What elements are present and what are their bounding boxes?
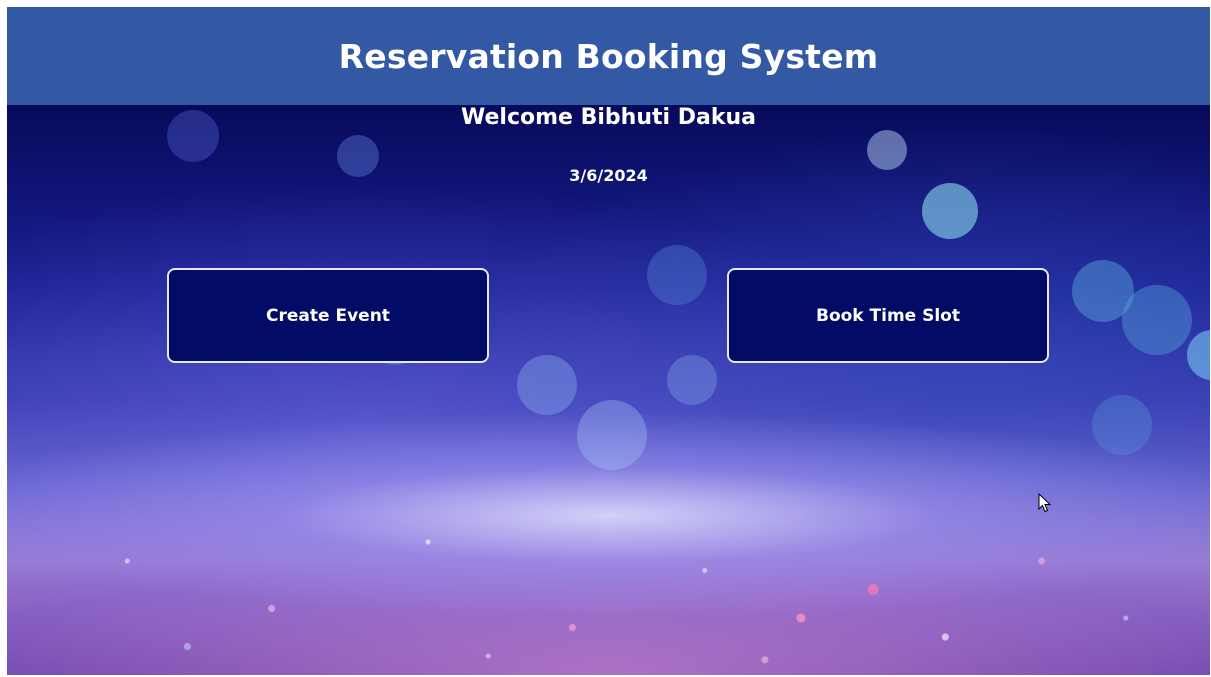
- background-bokeh: [517, 355, 577, 415]
- background-bokeh: [1187, 330, 1210, 380]
- background-bokeh: [867, 130, 907, 170]
- app-window: Reservation Booking System Welcome Bibhu…: [7, 7, 1210, 675]
- background-bokeh: [577, 400, 647, 470]
- mouse-pointer-icon: [1038, 493, 1052, 513]
- app-header: Reservation Booking System: [7, 7, 1210, 105]
- home-screen: [7, 105, 1210, 675]
- background-bokeh: [667, 355, 717, 405]
- welcome-message: Welcome Bibhuti Dakua: [461, 105, 756, 130]
- background-bokeh: [1092, 395, 1152, 455]
- glitter-floor: [7, 485, 1210, 675]
- background-bokeh: [922, 183, 978, 239]
- app-title: Reservation Booking System: [338, 36, 879, 76]
- background-bokeh: [1072, 260, 1134, 322]
- background-bokeh: [647, 245, 707, 305]
- create-event-button[interactable]: Create Event: [167, 268, 489, 363]
- current-date: 3/6/2024: [569, 166, 648, 185]
- book-time-slot-button[interactable]: Book Time Slot: [727, 268, 1049, 363]
- background-bokeh: [1122, 285, 1192, 355]
